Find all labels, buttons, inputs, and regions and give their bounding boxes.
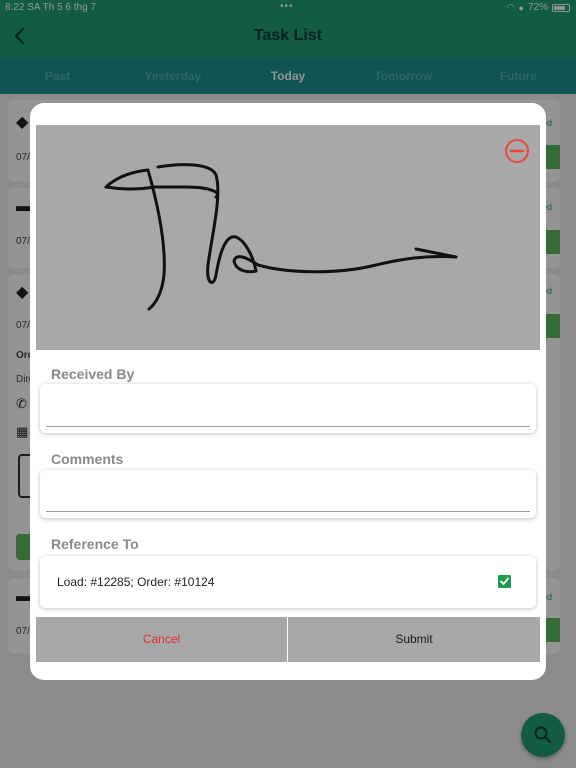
signature-strokes xyxy=(104,163,458,311)
signature-pad[interactable] xyxy=(36,125,540,350)
received-by-input[interactable] xyxy=(46,390,530,427)
received-by-card xyxy=(40,384,536,433)
submit-button[interactable]: Submit xyxy=(288,617,540,662)
comments-card xyxy=(40,470,536,518)
received-by-label: Received By xyxy=(51,366,135,382)
cancel-button[interactable]: Cancel xyxy=(36,617,287,662)
reference-checkbox[interactable] xyxy=(498,575,511,588)
comments-label: Comments xyxy=(51,451,124,467)
check-icon xyxy=(500,577,509,585)
clear-signature-icon[interactable] xyxy=(503,137,531,165)
reference-item[interactable]: Load: #12285; Order: #10124 xyxy=(40,556,536,608)
reference-label: Reference To xyxy=(51,536,139,552)
signature-dialog: Received By Comments Reference To Load: … xyxy=(30,103,546,680)
comments-input[interactable] xyxy=(46,476,530,512)
reference-text: Load: #12285; Order: #10124 xyxy=(57,575,215,589)
